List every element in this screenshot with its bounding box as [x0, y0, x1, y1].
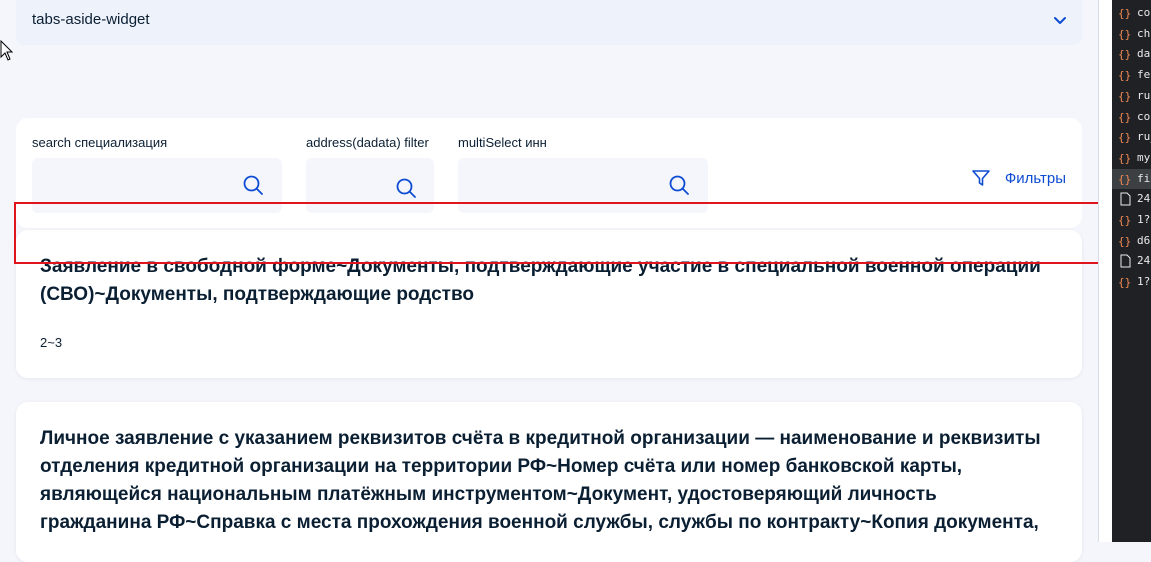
code-icon: {} [1118, 28, 1131, 41]
devtools-file-item[interactable]: {} 1?v [1112, 210, 1151, 230]
filter-panel: search специализация address(dadata) fil… [16, 118, 1082, 228]
accordion-title: tabs-aside-widget [32, 11, 150, 28]
devtools-file-item[interactable]: {} filt [1112, 168, 1151, 189]
search-label: search специализация [32, 135, 168, 150]
svg-text:{}: {} [1118, 28, 1131, 41]
devtools-file-label: ru. [1137, 88, 1151, 102]
devtools-file-item[interactable]: {} 1?v [1112, 272, 1151, 292]
svg-text:{}: {} [1118, 152, 1131, 165]
devtools-file-label: co [1137, 109, 1151, 123]
devtools-file-label: co [1137, 6, 1151, 19]
filter-funnel-icon [972, 170, 990, 186]
code-icon: {} [1118, 7, 1131, 20]
devtools-file-item[interactable]: 24 [1112, 251, 1151, 271]
devtools-file-item[interactable]: {} ru. [1112, 86, 1151, 106]
multiselect-label: multiSelect инн [458, 135, 547, 150]
address-label: address(dadata) filter [306, 135, 429, 150]
result-card[interactable]: Личное заявление с указанием реквизитов … [16, 402, 1082, 562]
devtools-file-item[interactable]: {} d6 [1112, 231, 1151, 251]
file-icon [1120, 192, 1131, 206]
search-icon[interactable] [395, 177, 417, 199]
svg-text:{}: {} [1118, 48, 1131, 61]
code-icon: {} [1118, 214, 1131, 227]
search-input[interactable] [32, 158, 282, 213]
search-icon[interactable] [668, 174, 690, 196]
devtools-file-label: filt [1137, 171, 1151, 185]
devtools-file-item[interactable]: {} co [1112, 3, 1151, 23]
devtools-file-label: da [1137, 47, 1151, 61]
code-icon: {} [1118, 111, 1131, 124]
svg-text:{}: {} [1118, 276, 1131, 289]
code-icon: {} [1118, 152, 1131, 165]
devtools-file-label: ru_ [1137, 130, 1151, 144]
devtools-file-label: 24 [1137, 192, 1151, 206]
svg-text:{}: {} [1118, 214, 1131, 227]
multiselect-input[interactable] [458, 158, 708, 213]
address-input[interactable] [306, 158, 434, 213]
result-card[interactable]: Заявление в свободной форме~Документы, п… [16, 230, 1082, 378]
devtools-file-item[interactable]: 24 [1112, 189, 1151, 209]
devtools-file-list: {} co {} ch {} da {} fea {} ru. {} co {} ru_ {} my {} fil… [1112, 0, 1151, 542]
svg-text:{}: {} [1118, 131, 1131, 144]
devtools-file-label: 1?v [1137, 213, 1151, 226]
code-icon: {} [1118, 235, 1131, 248]
code-icon: {} [1118, 90, 1131, 103]
svg-text:{}: {} [1118, 69, 1131, 82]
card-title[interactable]: Личное заявление с указанием реквизитов … [40, 425, 1052, 537]
devtools-file-item[interactable]: {} da [1112, 44, 1151, 64]
svg-text:{}: {} [1118, 90, 1131, 103]
devtools-file-label: fea [1137, 68, 1151, 82]
devtools-file-item[interactable]: {} my [1112, 148, 1151, 168]
tabs-aside-accordion[interactable]: tabs-aside-widget [16, 0, 1082, 45]
devtools-file-label: 24 [1137, 254, 1151, 268]
main-content: tabs-aside-widget search специализация a… [0, 0, 1103, 562]
devtools-file-item[interactable]: {} co [1112, 107, 1151, 127]
scrollbar[interactable] [1098, 0, 1113, 542]
svg-text:{}: {} [1118, 235, 1131, 248]
chevron-down-icon[interactable] [1052, 12, 1068, 28]
filters-button[interactable]: Фильтры [971, 167, 1066, 189]
card-title[interactable]: Заявление в свободной форме~Документы, п… [40, 253, 1052, 309]
devtools-file-label: d6 [1137, 233, 1151, 247]
code-icon: {} [1118, 173, 1131, 186]
svg-text:{}: {} [1118, 7, 1131, 20]
mouse-cursor-icon [0, 40, 14, 61]
svg-text:{}: {} [1118, 173, 1131, 186]
code-icon: {} [1118, 131, 1131, 144]
devtools-file-label: 1?v [1137, 275, 1151, 289]
devtools-file-item[interactable]: {} ru_ [1112, 127, 1151, 147]
card-meta: 2~3 [40, 335, 63, 350]
file-icon [1120, 254, 1131, 268]
svg-text:{}: {} [1118, 111, 1131, 124]
code-icon: {} [1118, 48, 1131, 61]
search-icon[interactable] [242, 174, 264, 196]
devtools-file-item[interactable]: {} ch [1112, 24, 1151, 44]
code-icon: {} [1118, 69, 1131, 82]
devtools-file-label: my [1137, 150, 1151, 164]
devtools-file-item[interactable]: {} fea [1112, 65, 1151, 85]
filters-button-label: Фильтры [1004, 169, 1066, 187]
devtools-file-label: ch [1137, 26, 1151, 40]
code-icon: {} [1118, 276, 1131, 289]
